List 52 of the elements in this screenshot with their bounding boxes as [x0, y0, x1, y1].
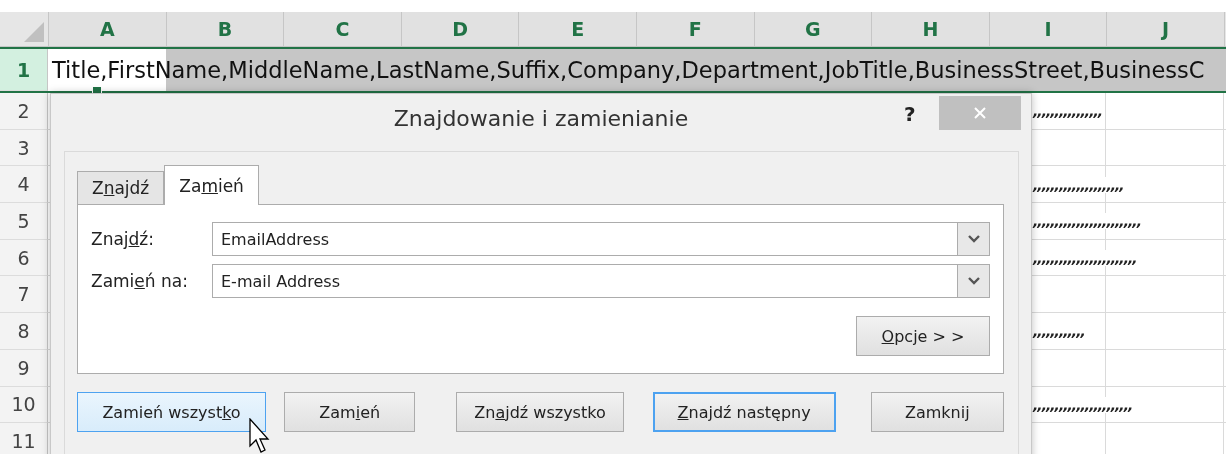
grid-cell[interactable]: [1106, 313, 1224, 350]
tab[interactable]: Znajdź: [77, 171, 165, 204]
field-label: Znajdź:: [91, 229, 155, 249]
selected-row[interactable]: Title,FirstName,MiddleName,LastName,Suffix,Company,Department,JobTitle,BusinessStreet,BusinessC: [48, 49, 1226, 91]
row-header[interactable]: 11: [0, 423, 48, 454]
column-header[interactable]: C: [284, 12, 402, 46]
column-header[interactable]: A: [49, 12, 167, 46]
column-header[interactable]: J: [1107, 12, 1225, 46]
row-header[interactable]: 7: [0, 276, 48, 314]
row-header[interactable]: 2: [0, 93, 48, 130]
dropdown-button[interactable]: [957, 264, 990, 298]
row-header[interactable]: 3: [0, 129, 48, 167]
select-all-icon[interactable]: [24, 22, 44, 42]
row-header[interactable]: 1: [0, 49, 48, 91]
chevron-down-icon: [966, 234, 981, 244]
combo-field[interactable]: EmailAddress: [212, 222, 957, 256]
column-header[interactable]: F: [636, 12, 755, 46]
tab[interactable]: Zamień: [164, 165, 259, 205]
close-icon: [972, 105, 988, 121]
dialog-title: Znajdowanie i zamienianie: [392, 106, 690, 131]
grid-cell[interactable]: [1106, 349, 1224, 387]
column-header[interactable]: E: [519, 12, 637, 46]
close-button[interactable]: [939, 96, 1021, 130]
column-header[interactable]: G: [754, 12, 873, 46]
dialog-button[interactable]: Znajdź następny: [652, 392, 836, 432]
combo-field[interactable]: E-mail Address: [212, 264, 957, 298]
dialog-button[interactable]: Znajdź wszystko: [456, 392, 624, 432]
cell-text: ,,,,,,,,,,,,,,,,,,,,,,,,,: [1033, 213, 1143, 230]
row-header[interactable]: 4: [0, 166, 48, 204]
row-header[interactable]: 5: [0, 203, 48, 240]
dialog-button[interactable]: Zamknij: [870, 392, 1004, 432]
cell-text: ,,,,,,,,,,,,,,,,,,,,,,,,: [1033, 250, 1139, 267]
row-header[interactable]: 10: [0, 386, 48, 424]
column-header[interactable]: H: [872, 12, 990, 46]
help-button[interactable]: ?: [904, 102, 916, 126]
grid-cell[interactable]: [1106, 129, 1224, 167]
row-header[interactable]: 8: [0, 313, 48, 350]
grid-cell[interactable]: [1106, 276, 1224, 314]
dialog-button[interactable]: Zamień: [284, 392, 416, 432]
grid-cell[interactable]: [1106, 93, 1224, 130]
dialog-button[interactable]: Zamień wszystko: [77, 392, 267, 432]
field-label: Zamień na:: [91, 271, 189, 291]
column-header[interactable]: I: [989, 12, 1108, 46]
options-button[interactable]: Opcje > >: [856, 316, 990, 356]
dropdown-button[interactable]: [957, 222, 990, 256]
row-header[interactable]: 6: [0, 239, 48, 277]
column-header[interactable]: D: [401, 12, 520, 46]
mouse-cursor-icon: [249, 418, 271, 454]
cell-text: Title,FirstName,MiddleName,LastName,Suffix,Company,Department,JobTitle,BusinessStreet,BusinessC: [52, 57, 1205, 83]
chevron-down-icon: [966, 276, 981, 286]
column-header[interactable]: B: [166, 12, 285, 46]
row-header[interactable]: 9: [0, 349, 48, 387]
